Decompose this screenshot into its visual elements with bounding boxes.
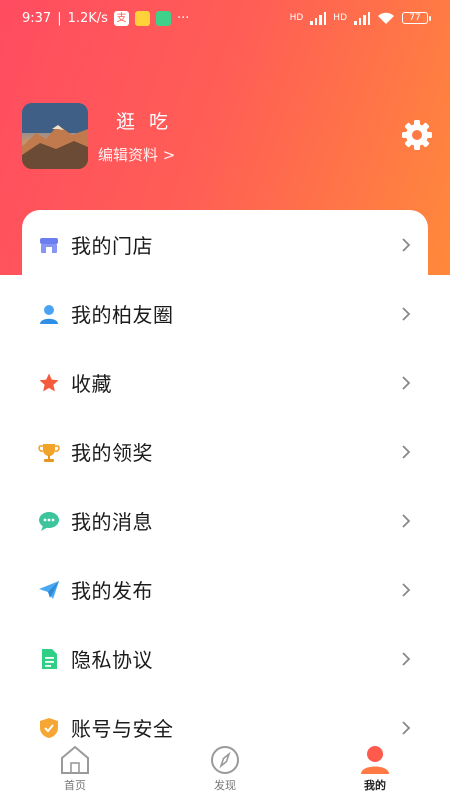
chevron-right-icon [402,306,411,321]
status-bar: 9:37 | 1.2K/s 支 ··· HD HD 77 [0,0,450,36]
paper-plane-icon [38,579,60,601]
menu-item-label: 我的领奖 [71,441,153,465]
gear-icon[interactable] [401,119,433,151]
menu-item-label: 我的消息 [71,510,153,534]
menu-item-my-store[interactable]: 我的门店 [0,210,450,279]
home-icon [61,745,89,774]
shield-icon [38,717,60,739]
battery-icon: 77 [402,12,431,24]
menu-item-label: 账号与安全 [71,717,174,741]
chevron-right-icon [402,720,411,735]
trophy-icon [38,441,60,463]
status-time: 9:37 [22,10,52,26]
tab-label: 我的 [364,779,386,792]
wifi-icon [378,12,394,24]
menu-item-my-posts[interactable]: 我的发布 [0,555,450,624]
avatar[interactable] [22,103,88,169]
cell-signal-icon [310,11,327,25]
battery-level: 77 [409,13,421,23]
tab-label: 发现 [214,779,236,792]
chevron-right-icon [402,513,411,528]
document-icon [38,648,60,670]
person-icon [38,303,60,325]
menu-item-label: 我的发布 [71,579,153,603]
tab-label: 首页 [64,779,86,792]
menu-item-label: 隐私协议 [71,648,153,672]
more-notifications-indicator: ··· [176,10,190,26]
alipay-icon: 支 [113,10,129,26]
tab-discover[interactable]: 发现 [150,740,300,800]
chat-bubble-icon [38,510,60,532]
profile-section: 逛 吃 编辑资料 > [22,103,175,169]
hd-badge-1: HD [289,13,304,23]
star-icon [38,372,60,394]
tab-mine[interactable]: 我的 [300,740,450,800]
chevron-right-icon [402,375,411,390]
menu-item-favorites[interactable]: 收藏 [0,348,450,417]
hd-badge-2: HD [333,13,347,23]
menu-item-label: 我的柏友圈 [71,303,174,327]
menu-list: 我的门店 我的柏友圈 收藏 我的领奖 我的消息 我的发布 隐私协议 账号与安全 [0,210,450,762]
compass-icon [211,746,239,774]
menu-item-messages[interactable]: 我的消息 [0,486,450,555]
bottom-tab-bar: 首页 发现 我的 [0,740,450,800]
chevron-right-icon [402,444,411,459]
wechat-mini-icon [155,10,171,26]
username: 逛 吃 [116,111,173,133]
mountain-photo-icon [22,103,88,169]
menu-item-label: 收藏 [71,372,112,396]
tab-home[interactable]: 首页 [0,740,150,800]
chevron-right-icon [402,237,411,252]
menu-item-privacy-policy[interactable]: 隐私协议 [0,624,450,693]
menu-item-friend-circle[interactable]: 我的柏友圈 [0,279,450,348]
chevron-right-icon [402,582,411,597]
app-notification-icon [134,10,150,26]
edit-profile-link[interactable]: 编辑资料 > [98,144,175,165]
menu-item-label: 我的门店 [71,234,153,258]
chevron-right-icon [402,651,411,666]
menu-item-awards[interactable]: 我的领奖 [0,417,450,486]
network-speed: 1.2K/s [67,10,108,26]
user-icon [361,746,389,774]
cell-signal-icon-2 [354,11,370,25]
store-icon [38,234,60,256]
